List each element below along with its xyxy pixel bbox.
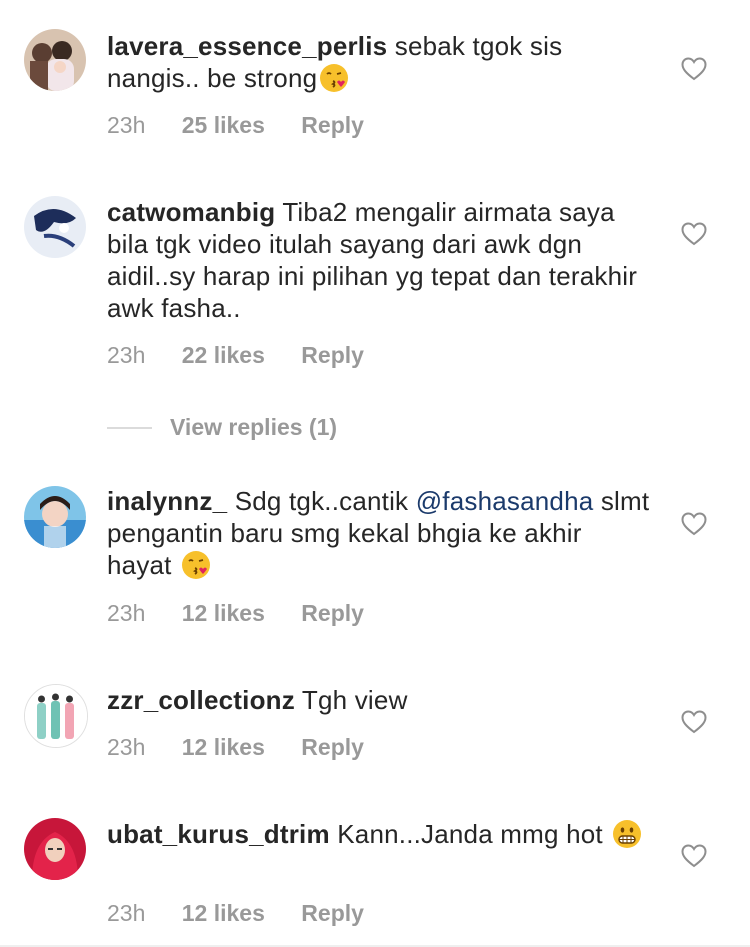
comment-time: 23h: [107, 342, 146, 368]
heart-outline-icon[interactable]: [681, 512, 707, 536]
comment-username[interactable]: zzr_collectionz: [107, 685, 295, 715]
avatar[interactable]: [24, 486, 86, 548]
avatar[interactable]: [24, 684, 88, 748]
comment-time: 23h: [107, 734, 146, 760]
replies-divider-line: [107, 426, 152, 429]
comment-text: ubat_kurus_dtrim Kann...Janda mmg hot: [107, 818, 652, 850]
reply-button[interactable]: Reply: [301, 899, 364, 927]
reply-button[interactable]: Reply: [301, 599, 364, 627]
comment-username[interactable]: catwomanbig: [107, 197, 275, 227]
heart-outline-icon[interactable]: [681, 57, 707, 81]
avatar[interactable]: [24, 818, 86, 880]
comment-username[interactable]: ubat_kurus_dtrim: [107, 819, 330, 849]
comment-time: 23h: [107, 900, 146, 926]
comment-text: inalynnz_ Sdg tgk..cantik @fashasandha s…: [107, 485, 652, 581]
comment-likes[interactable]: 12 likes: [182, 899, 265, 927]
comment-likes[interactable]: 12 likes: [182, 733, 265, 761]
comment-username[interactable]: lavera_essence_perlis: [107, 31, 387, 61]
comment-text: catwomanbig Tiba2 mengalir airmata saya …: [107, 196, 652, 324]
comment-time: 23h: [107, 112, 146, 138]
comment-time: 23h: [107, 600, 146, 626]
view-replies-label[interactable]: View replies (1): [170, 414, 337, 441]
comment-meta: 23h 25 likes Reply: [107, 111, 364, 139]
comment-body: Kann...Janda mmg hot: [337, 819, 603, 849]
kissing-face-emoji: [181, 550, 211, 580]
comment-likes[interactable]: 12 likes: [182, 599, 265, 627]
comment-likes[interactable]: 25 likes: [182, 111, 265, 139]
heart-outline-icon[interactable]: [681, 222, 707, 246]
comment-text: lavera_essence_perlis sebak tgok sis nan…: [107, 30, 652, 94]
comment-meta: 23h 12 likes Reply: [107, 899, 364, 927]
comment-username[interactable]: inalynnz_: [107, 486, 227, 516]
comment-meta: 23h 12 likes Reply: [107, 733, 364, 761]
mention-link[interactable]: @fashasandha: [416, 486, 594, 516]
avatar[interactable]: [24, 29, 86, 91]
comment-body: Tgh view: [301, 685, 408, 715]
reply-button[interactable]: Reply: [301, 733, 364, 761]
heart-outline-icon[interactable]: [681, 710, 707, 734]
reply-button[interactable]: Reply: [301, 341, 364, 369]
comment-likes[interactable]: 22 likes: [182, 341, 265, 369]
comment-body-start: Sdg tgk..cantik: [234, 486, 409, 516]
view-replies-button[interactable]: View replies (1): [107, 414, 337, 442]
kissing-face-emoji: [319, 63, 349, 93]
grimacing-face-emoji: [612, 819, 642, 849]
reply-button[interactable]: Reply: [301, 111, 364, 139]
comment-text: zzr_collectionz Tgh view: [107, 684, 652, 716]
heart-outline-icon[interactable]: [681, 844, 707, 868]
comment-meta: 23h 22 likes Reply: [107, 341, 364, 369]
avatar[interactable]: [24, 196, 86, 258]
comment-meta: 23h 12 likes Reply: [107, 599, 364, 627]
